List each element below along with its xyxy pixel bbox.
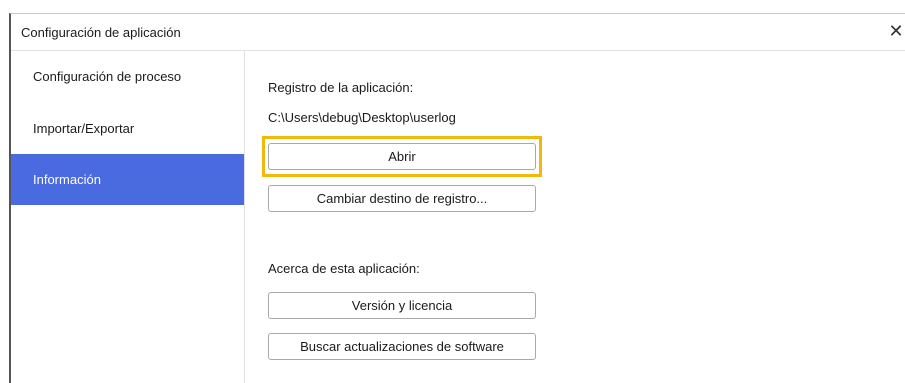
sidebar-item-label: Información [33,172,101,187]
version-license-button[interactable]: Versión y licencia [268,292,536,319]
about-section-heading: Acerca de esta aplicación: [268,261,420,276]
sidebar-item-import-export[interactable]: Importar/Exportar [11,103,244,154]
title-bar: Configuración de aplicación ✕ [11,14,905,51]
information-panel: Registro de la aplicación: C:\Users\debu… [262,51,905,383]
check-updates-button[interactable]: Buscar actualizaciones de software [268,333,536,360]
sidebar-item-label: Configuración de proceso [33,69,182,84]
change-log-destination-button[interactable]: Cambiar destino de registro... [268,185,536,212]
settings-window: Configuración de aplicación ✕ Configurac… [9,13,905,383]
sidebar: Configuración de proceso Importar/Export… [11,51,245,383]
close-icon[interactable]: ✕ [886,21,905,41]
open-log-button[interactable]: Abrir [268,143,536,170]
sidebar-item-label: Importar/Exportar [33,121,135,136]
sidebar-item-process-settings[interactable]: Configuración de proceso [11,51,244,102]
log-section-heading: Registro de la aplicación: [268,80,414,95]
sidebar-item-information[interactable]: Información [11,154,244,205]
log-path: C:\Users\debug\Desktop\userlog [268,110,456,125]
window-title: Configuración de aplicación [21,25,181,40]
